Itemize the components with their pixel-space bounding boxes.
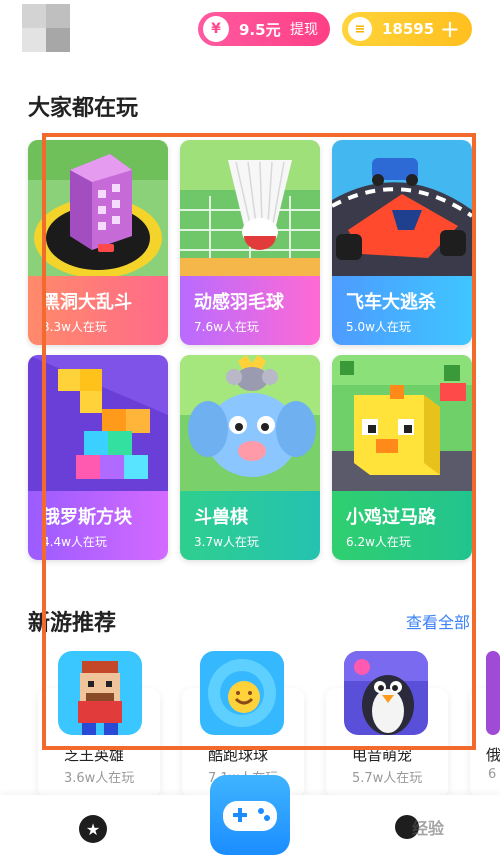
- game-name: 俄罗斯方块: [42, 507, 132, 528]
- popular-section-title: 大家都在玩: [28, 96, 139, 121]
- new-game-name: 酷跑球球: [208, 746, 269, 764]
- game-card-animal-chess[interactable]: 斗兽棋 3.7w人在玩: [180, 355, 320, 560]
- gamepad-icon[interactable]: [210, 775, 290, 855]
- withdraw-button[interactable]: 提现: [290, 19, 318, 39]
- cash-balance-pill[interactable]: ¥ 9.5元 提现: [198, 12, 330, 46]
- cash-amount: 9.5元: [239, 20, 281, 39]
- game-icon-electro-pet[interactable]: [344, 651, 428, 735]
- game-info: 小鸡过马路 6.2w人在玩: [332, 491, 472, 560]
- new-game-name: 俄: [486, 746, 500, 764]
- game-players: 4.4w人在玩: [42, 535, 107, 549]
- see-all-link[interactable]: 查看全部: [406, 609, 470, 633]
- game-card-black-hole[interactable]: 黑洞大乱斗 3.3w人在玩: [28, 140, 168, 345]
- game-name: 动感羽毛球: [194, 292, 284, 313]
- game-info: 飞车大逃杀 5.0w人在玩: [332, 276, 472, 345]
- plus-icon[interactable]: +: [440, 17, 460, 41]
- game-card-badminton[interactable]: 动感羽毛球 7.6w人在玩: [180, 140, 320, 345]
- coin-icon: ≡: [348, 17, 372, 41]
- game-art-animal-chess: [180, 355, 320, 491]
- game-icon-king-hero[interactable]: [58, 651, 142, 735]
- game-art-tetris: [28, 355, 168, 491]
- game-card-crossy-chicken[interactable]: 小鸡过马路 6.2w人在玩: [332, 355, 472, 560]
- game-players: 3.3w人在玩: [42, 320, 107, 334]
- coin-balance-pill[interactable]: ≡ 18595 +: [342, 12, 472, 46]
- game-name: 黑洞大乱斗: [42, 292, 132, 313]
- new-game-players: 6: [488, 767, 497, 782]
- new-game-name: 乏王英雄: [64, 746, 125, 764]
- game-art-crossy-chicken: [332, 355, 472, 491]
- game-players: 5.0w人在玩: [346, 320, 411, 334]
- game-info: 斗兽棋 3.7w人在玩: [180, 491, 320, 560]
- game-art-black-hole: [28, 140, 168, 278]
- cash-icon: ¥: [203, 16, 229, 42]
- game-players: 3.7w人在玩: [194, 535, 259, 549]
- game-players: 6.2w人在玩: [346, 535, 411, 549]
- new-game-name: 电音萌宠: [352, 746, 413, 764]
- game-icon-partial[interactable]: [486, 651, 500, 735]
- game-name: 飞车大逃杀: [346, 292, 436, 313]
- game-players: 7.6w人在玩: [194, 320, 259, 334]
- game-card-tetris[interactable]: 俄罗斯方块 4.4w人在玩: [28, 355, 168, 560]
- game-info: 动感羽毛球 7.6w人在玩: [180, 276, 320, 345]
- game-name: 斗兽棋: [194, 507, 248, 528]
- coin-amount: 18595: [382, 20, 435, 38]
- game-art-badminton: [180, 140, 320, 276]
- watermark-text: 经验: [412, 819, 445, 838]
- game-info: 俄罗斯方块 4.4w人在玩: [28, 491, 168, 560]
- game-card-racing[interactable]: 飞车大逃杀 5.0w人在玩: [332, 140, 472, 345]
- new-games-section-title: 新游推荐: [28, 611, 117, 636]
- new-game-players: 5.7w人在玩: [352, 771, 423, 786]
- game-icon-run-ball[interactable]: [200, 651, 284, 735]
- game-info: 黑洞大乱斗 3.3w人在玩: [28, 276, 168, 345]
- star-icon[interactable]: ★: [79, 815, 107, 843]
- game-name: 小鸡过马路: [346, 507, 436, 528]
- game-art-racing: [332, 140, 472, 276]
- new-game-players: 3.6w人在玩: [64, 771, 135, 786]
- avatar[interactable]: [22, 4, 70, 52]
